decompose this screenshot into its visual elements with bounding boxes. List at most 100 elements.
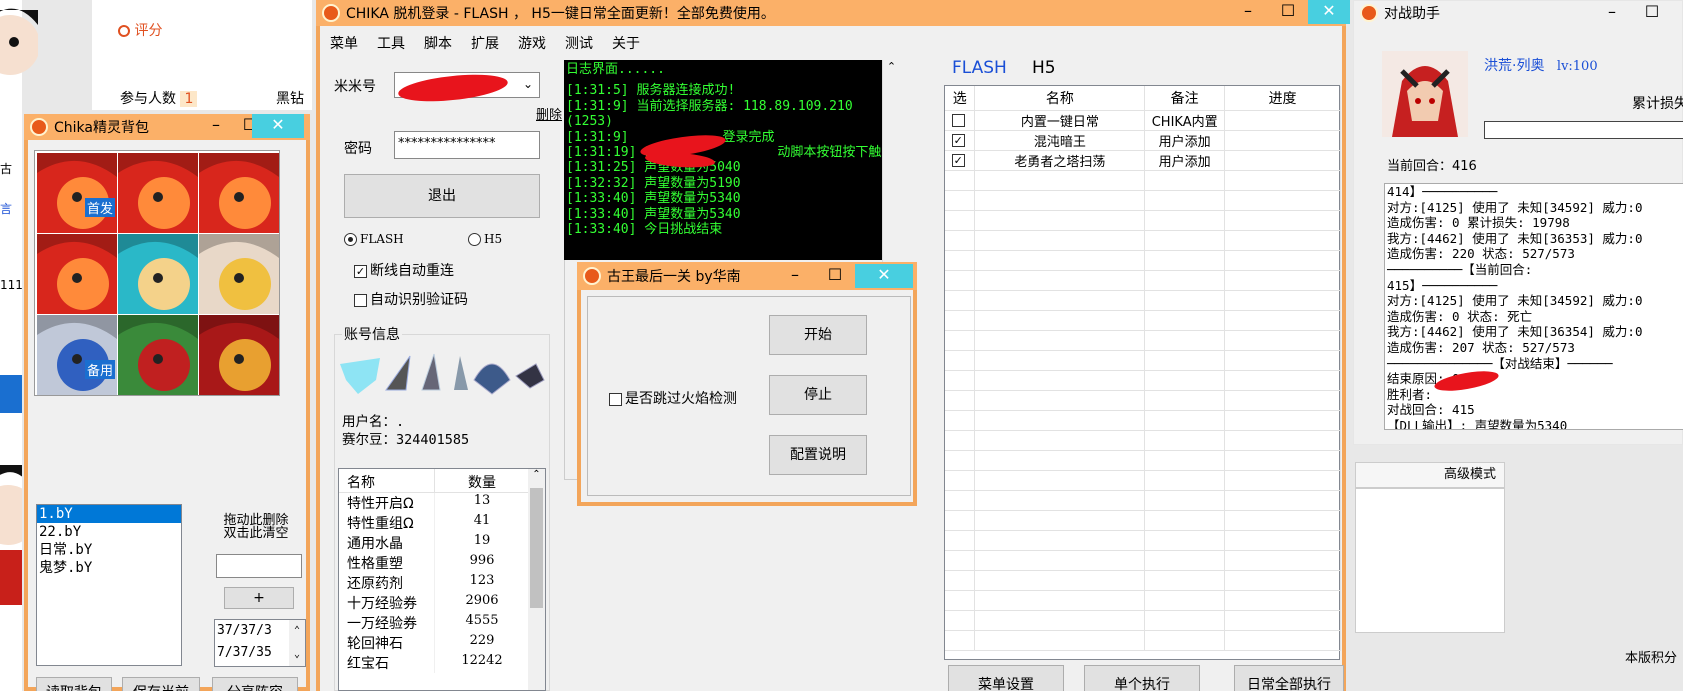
table-row[interactable]: 性格重塑 996 (339, 553, 545, 573)
task-checkbox[interactable] (951, 113, 965, 127)
bag-name-input[interactable] (216, 554, 302, 578)
list-item[interactable]: 鬼梦.bY (37, 559, 181, 577)
scrollbar[interactable]: ⌃ (528, 469, 545, 690)
add-button[interactable]: + (224, 587, 294, 609)
task-checkbox[interactable]: ✓ (951, 153, 965, 167)
skip-fire-checkbox[interactable]: 是否跳过火焰检测 (609, 388, 737, 408)
pet-slot-2[interactable] (199, 153, 279, 233)
pet-slot-4[interactable] (118, 234, 198, 314)
tab-flash[interactable]: FLASH (952, 58, 1007, 78)
pet-slot-1[interactable] (118, 153, 198, 233)
table-row[interactable]: 十万经验券 2906 (339, 593, 545, 613)
list-item[interactable]: 22.bY (37, 523, 181, 541)
menu-item-2[interactable]: 脚本 (414, 30, 461, 56)
bg-rating[interactable]: 评分 (118, 20, 162, 40)
menu-item-5[interactable]: 测试 (555, 30, 602, 56)
total-loss-label: 累计损失 (1632, 96, 1683, 112)
radio-flash[interactable]: FLASH (344, 232, 404, 246)
bg-advanced-mode[interactable]: 高级模式 (1355, 462, 1505, 488)
empty-row (945, 370, 1341, 391)
task-select[interactable] (945, 110, 976, 131)
menu-item-6[interactable]: 关于 (602, 30, 649, 56)
close-button[interactable]: ✕ (1308, 0, 1350, 24)
auto-reconnect-checkbox[interactable]: ✓ 断线自动重连 (354, 260, 454, 280)
bag-title: Chika精灵背包 (54, 120, 149, 136)
pet-slot-5[interactable] (199, 234, 279, 314)
task-header-2[interactable]: 备注 (1144, 86, 1226, 111)
task-header-0[interactable]: 选 (945, 86, 976, 111)
scroll-thumb[interactable] (530, 488, 543, 608)
bag-file-list[interactable]: 1.bY 22.bY 日常.bY 鬼梦.bY (36, 504, 182, 666)
pet-slot-6[interactable]: 备用 (37, 315, 117, 395)
counter-list[interactable]: 37/37/3 7/37/35 ⌃ ⌄ (214, 619, 306, 667)
delete-link[interactable]: 删除 (536, 104, 562, 123)
read-bag-button[interactable]: 读取背包 (36, 677, 112, 691)
radio-h5[interactable]: H5 (468, 232, 502, 246)
table-row[interactable]: 轮回神石 229 (339, 633, 545, 653)
task-grid[interactable]: 选名称 备注 进度 内置一键日常 CHIKA内置 ✓ 混沌暗王 用户添加 ✓ 老勇者之塔扫荡 用户添… (944, 85, 1341, 660)
save-current-button[interactable]: 保存当前 (122, 677, 200, 691)
scroll-up-icon[interactable]: ⌃ (289, 620, 305, 644)
table-row[interactable]: 还原药剂 123 (339, 573, 545, 593)
table-row[interactable]: ✓ 混沌暗王 用户添加 (945, 130, 1341, 151)
battle-log[interactable]: 414】────────── 对方:[4125] 使用了 未知[34592] 威力… (1384, 183, 1683, 430)
config-button[interactable]: 配置说明 (769, 435, 867, 475)
table-row[interactable]: 特性开启Ω 13 (339, 493, 545, 513)
menu-item-4[interactable]: 游戏 (508, 30, 555, 56)
table-row[interactable]: 红宝石 12242 (339, 653, 545, 673)
scroll-down-icon[interactable]: ⌄ (289, 644, 305, 666)
table-row[interactable]: ✓ 老勇者之塔扫荡 用户添加 (945, 150, 1341, 171)
stop-button[interactable]: 停止 (769, 375, 867, 415)
inventory-table[interactable]: 名称 数量 特性开启Ω 13 特性重组Ω 41 通用水晶 19 性格重塑 996 还原药剂 123… (338, 468, 546, 691)
table-row[interactable]: 特性重组Ω 41 (339, 513, 545, 533)
maximize-button[interactable]: ☐ (1632, 1, 1672, 25)
all-daily-button[interactable]: 日常全部执行 (1234, 665, 1344, 691)
task-checkbox[interactable]: ✓ (951, 133, 965, 147)
menu-item-0[interactable]: 菜单 (320, 30, 367, 56)
log-console[interactable]: 日志界面...... [1:31:5] 服务器连接成功! [1:31:9] 当前选择… (564, 60, 882, 260)
inv-qty: 12242 (461, 653, 503, 668)
maximize-button[interactable]: ☐ (1268, 0, 1308, 24)
auto-captcha-checkbox[interactable]: 自动识别验证码 (354, 289, 468, 309)
pet-slot-8[interactable] (199, 315, 279, 395)
menu-item-1[interactable]: 工具 (367, 30, 414, 56)
list-item[interactable]: 日常.bY (37, 541, 181, 559)
tab-h5[interactable]: H5 (1032, 58, 1056, 78)
close-button[interactable]: ✕ (855, 264, 913, 288)
task-header-1[interactable]: 名称 (974, 86, 1146, 111)
empty-cell (1144, 590, 1226, 611)
menu-settings-button[interactable]: 菜单设置 (948, 665, 1064, 691)
task-header-3[interactable]: 进度 (1224, 86, 1341, 111)
minimize-button[interactable]: – (775, 264, 815, 288)
table-row[interactable]: 通用水晶 19 (339, 533, 545, 553)
logout-button[interactable]: 退出 (344, 174, 540, 218)
start-button[interactable]: 开始 (769, 315, 867, 355)
list-item[interactable]: 1.bY (37, 505, 181, 523)
empty-cell (974, 250, 1146, 271)
table-row[interactable]: 一万经验券 4555 (339, 613, 545, 633)
minimize-button[interactable]: – (1228, 0, 1268, 24)
single-execute-button[interactable]: 单个执行 (1084, 665, 1200, 691)
table-row[interactable]: 内置一键日常 CHIKA内置 (945, 110, 1341, 131)
maximize-button[interactable]: ☐ (815, 264, 855, 288)
empty-cell (974, 530, 1146, 551)
main-title: CHIKA 脱机登录 - FLASH ， H5一键日常全面更新！全部免费使用。 (346, 6, 775, 22)
menu-item-3[interactable]: 扩展 (461, 30, 508, 56)
pet-slot-0[interactable]: 首发 (37, 153, 117, 233)
pet-slot-3[interactable] (37, 234, 117, 314)
task-select[interactable]: ✓ (945, 150, 976, 171)
inv-header-name[interactable]: 名称 (339, 469, 435, 492)
task-select[interactable]: ✓ (945, 130, 976, 151)
share-lineup-button[interactable]: 分享阵容 (212, 677, 298, 691)
close-button[interactable]: ✕ (252, 114, 304, 138)
battle-log-line: ──────────【当前回合: (1387, 261, 1533, 277)
empty-cell (974, 310, 1146, 331)
inv-header-qty[interactable]: 数量 (435, 469, 529, 492)
password-field[interactable]: *************** (394, 131, 540, 159)
scroll-up-icon[interactable]: ⌃ (883, 60, 900, 73)
scroll-up-icon[interactable]: ⌃ (528, 469, 545, 486)
minimize-button[interactable]: – (1592, 1, 1632, 25)
empty-cell (974, 570, 1146, 591)
pet-slot-7[interactable] (118, 315, 198, 395)
pet-name[interactable]: 洪荒·列奥 lv:100 (1484, 55, 1598, 75)
